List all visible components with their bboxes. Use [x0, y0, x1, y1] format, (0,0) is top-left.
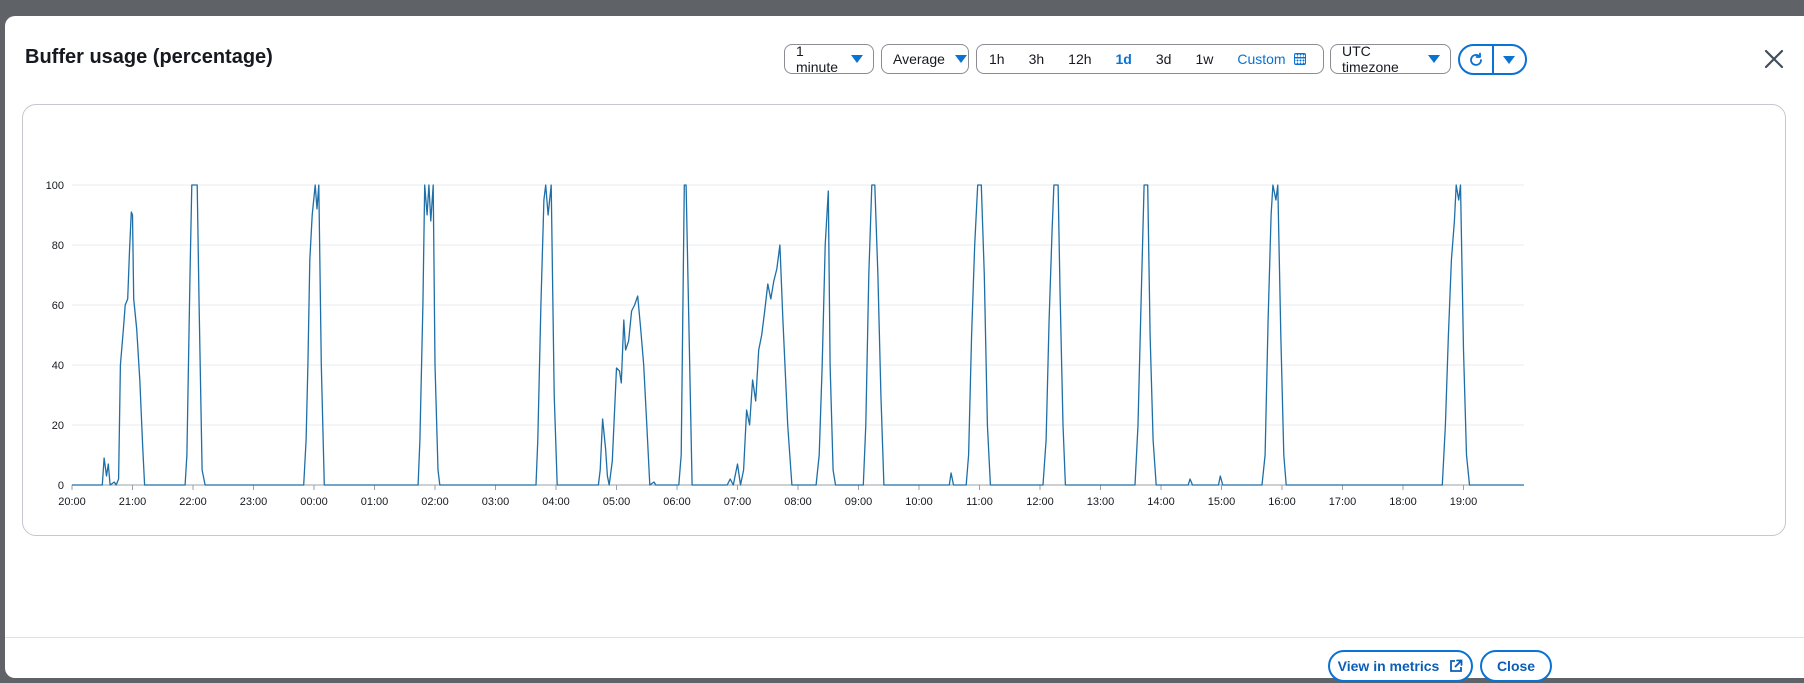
refresh-split-button — [1458, 44, 1527, 75]
refresh-options-button[interactable] — [1494, 46, 1526, 73]
line-chart: 0 20 40 60 80 100 20:00 21:00 22:00 23:00 00:00 01:… — [46, 180, 1524, 508]
y-tick-label: 40 — [52, 360, 64, 372]
x-tick-label: 17:00 — [1329, 496, 1357, 508]
caret-down-icon — [851, 55, 863, 63]
period-select-value: 1 minute — [796, 43, 839, 75]
close-button[interactable]: Close — [1480, 650, 1552, 682]
close-icon[interactable] — [1763, 48, 1785, 70]
x-tick-label: 10:00 — [905, 496, 933, 508]
range-1w[interactable]: 1w — [1183, 45, 1225, 73]
y-tick-label: 100 — [46, 180, 64, 192]
x-tick-label: 08:00 — [784, 496, 812, 508]
chart-container: 0 20 40 60 80 100 20:00 21:00 22:00 23:00 00:00 01:… — [22, 104, 1786, 536]
x-tick-label: 11:00 — [966, 496, 993, 508]
range-1d[interactable]: 1d — [1104, 45, 1144, 73]
x-tick-label: 09:00 — [845, 496, 873, 508]
range-custom-label: Custom — [1237, 51, 1286, 67]
external-link-icon — [1450, 659, 1463, 672]
statistic-select[interactable]: Average — [881, 44, 969, 74]
time-range-segmented: 1h 3h 12h 1d 3d 1w Custom — [976, 44, 1324, 74]
x-tick-label: 03:00 — [482, 496, 510, 508]
x-tick-label: 06:00 — [663, 496, 691, 508]
x-tick-label: 18:00 — [1389, 496, 1417, 508]
x-tick-label: 13:00 — [1087, 496, 1115, 508]
series-line — [72, 184, 1524, 486]
footer-divider — [5, 637, 1804, 638]
range-3d[interactable]: 3d — [1144, 45, 1184, 73]
caret-down-icon — [954, 55, 967, 63]
y-tick-label: 80 — [52, 240, 64, 252]
x-tick-label: 16:00 — [1268, 496, 1296, 508]
x-tick-label: 04:00 — [542, 496, 570, 508]
statistic-select-value: Average — [893, 51, 945, 67]
period-select[interactable]: 1 minute — [784, 43, 874, 75]
timezone-select[interactable]: UTC timezone — [1330, 43, 1451, 75]
caret-down-icon — [1428, 55, 1440, 63]
x-tick-label: 01:00 — [361, 496, 389, 508]
x-tick-label: 21:00 — [119, 496, 147, 508]
range-1h[interactable]: 1h — [977, 45, 1017, 73]
range-12h[interactable]: 12h — [1056, 45, 1103, 73]
y-tick-label: 20 — [52, 420, 64, 432]
x-tick-label: 12:00 — [1026, 496, 1054, 508]
x-tick-label: 22:00 — [179, 496, 207, 508]
x-tick-label: 05:00 — [603, 496, 631, 508]
x-tick-label: 15:00 — [1208, 496, 1236, 508]
range-3h[interactable]: 3h — [1017, 45, 1057, 73]
modal-title: Buffer usage (percentage) — [25, 46, 273, 68]
x-tick-label: 23:00 — [240, 496, 268, 508]
calendar-icon — [1293, 53, 1306, 65]
x-tick-label: 02:00 — [421, 496, 449, 508]
y-tick-label: 0 — [58, 480, 64, 492]
x-tick-label: 14:00 — [1147, 496, 1175, 508]
caret-down-icon — [1503, 55, 1516, 64]
refresh-button[interactable] — [1460, 46, 1492, 73]
x-tick-label: 00:00 — [300, 496, 328, 508]
x-tick-label: 19:00 — [1450, 496, 1478, 508]
x-tick-label: 07:00 — [724, 496, 752, 508]
x-tick-label: 20:00 — [58, 496, 86, 508]
refresh-icon — [1469, 52, 1482, 66]
y-tick-label: 60 — [52, 300, 64, 312]
range-custom[interactable]: Custom — [1225, 45, 1317, 73]
metric-modal: Buffer usage (percentage) 1 minute Avera… — [5, 16, 1804, 682]
timezone-select-value: UTC timezone — [1342, 43, 1399, 75]
view-in-metrics-label: View in metrics — [1337, 658, 1440, 674]
view-in-metrics-button[interactable]: View in metrics — [1328, 650, 1473, 682]
close-button-label: Close — [1496, 658, 1536, 674]
